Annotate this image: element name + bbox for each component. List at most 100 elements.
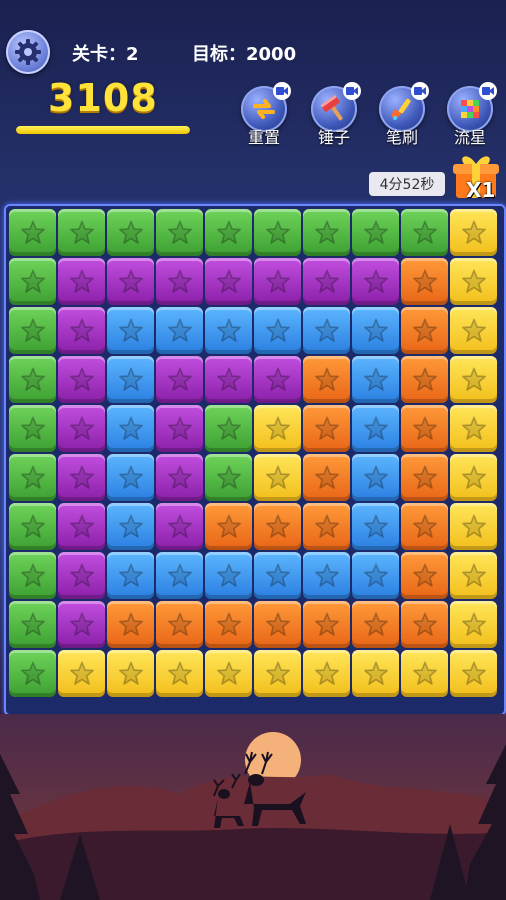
block-yellow[interactable]	[254, 405, 301, 452]
block-orange[interactable]	[401, 258, 448, 305]
block-purple[interactable]	[156, 258, 203, 305]
block-green[interactable]	[9, 503, 56, 550]
block-blue[interactable]	[352, 356, 399, 403]
block-orange[interactable]	[205, 503, 252, 550]
block-green[interactable]	[205, 209, 252, 256]
block-yellow[interactable]	[254, 650, 301, 697]
block-orange[interactable]	[401, 405, 448, 452]
block-purple[interactable]	[156, 454, 203, 501]
block-yellow[interactable]	[450, 601, 497, 648]
tool-brush-button[interactable]: 笔刷	[374, 82, 430, 148]
block-purple[interactable]	[156, 356, 203, 403]
block-purple[interactable]	[58, 503, 105, 550]
block-orange[interactable]	[401, 454, 448, 501]
block-yellow[interactable]	[450, 356, 497, 403]
block-purple[interactable]	[205, 356, 252, 403]
block-orange[interactable]	[401, 552, 448, 599]
block-green[interactable]	[9, 552, 56, 599]
block-green[interactable]	[9, 454, 56, 501]
block-purple[interactable]	[352, 258, 399, 305]
block-green[interactable]	[401, 209, 448, 256]
block-yellow[interactable]	[450, 552, 497, 599]
block-orange[interactable]	[303, 454, 350, 501]
block-green[interactable]	[156, 209, 203, 256]
block-purple[interactable]	[58, 405, 105, 452]
block-orange[interactable]	[401, 307, 448, 354]
block-blue[interactable]	[107, 503, 154, 550]
block-yellow[interactable]	[352, 650, 399, 697]
block-green[interactable]	[205, 454, 252, 501]
block-blue[interactable]	[107, 405, 154, 452]
block-purple[interactable]	[254, 356, 301, 403]
block-blue[interactable]	[352, 405, 399, 452]
block-yellow[interactable]	[205, 650, 252, 697]
block-green[interactable]	[254, 209, 301, 256]
block-yellow[interactable]	[450, 503, 497, 550]
block-purple[interactable]	[58, 601, 105, 648]
block-yellow[interactable]	[450, 454, 497, 501]
block-purple[interactable]	[156, 503, 203, 550]
block-orange[interactable]	[254, 503, 301, 550]
block-green[interactable]	[107, 209, 154, 256]
block-orange[interactable]	[352, 601, 399, 648]
block-orange[interactable]	[156, 601, 203, 648]
block-purple[interactable]	[58, 356, 105, 403]
block-yellow[interactable]	[450, 650, 497, 697]
block-purple[interactable]	[58, 258, 105, 305]
block-purple[interactable]	[58, 454, 105, 501]
block-green[interactable]	[9, 209, 56, 256]
block-green[interactable]	[58, 209, 105, 256]
block-blue[interactable]	[352, 552, 399, 599]
block-blue[interactable]	[205, 552, 252, 599]
block-green[interactable]	[9, 601, 56, 648]
tool-hammer-button[interactable]: 锤子	[306, 82, 362, 148]
block-orange[interactable]	[401, 601, 448, 648]
block-orange[interactable]	[303, 601, 350, 648]
block-yellow[interactable]	[254, 454, 301, 501]
block-yellow[interactable]	[303, 650, 350, 697]
block-yellow[interactable]	[58, 650, 105, 697]
block-yellow[interactable]	[450, 209, 497, 256]
block-purple[interactable]	[58, 307, 105, 354]
tool-reset-button[interactable]: 重置	[236, 82, 292, 148]
block-blue[interactable]	[303, 307, 350, 354]
block-purple[interactable]	[303, 258, 350, 305]
block-yellow[interactable]	[107, 650, 154, 697]
block-purple[interactable]	[107, 258, 154, 305]
block-orange[interactable]	[254, 601, 301, 648]
block-orange[interactable]	[205, 601, 252, 648]
block-blue[interactable]	[254, 307, 301, 354]
block-blue[interactable]	[303, 552, 350, 599]
block-green[interactable]	[9, 405, 56, 452]
block-purple[interactable]	[58, 552, 105, 599]
block-blue[interactable]	[352, 503, 399, 550]
settings-button[interactable]	[6, 30, 50, 74]
block-orange[interactable]	[401, 503, 448, 550]
block-blue[interactable]	[254, 552, 301, 599]
block-purple[interactable]	[254, 258, 301, 305]
block-yellow[interactable]	[401, 650, 448, 697]
block-green[interactable]	[205, 405, 252, 452]
block-green[interactable]	[9, 307, 56, 354]
block-orange[interactable]	[303, 405, 350, 452]
block-green[interactable]	[9, 356, 56, 403]
block-blue[interactable]	[107, 356, 154, 403]
block-blue[interactable]	[107, 454, 154, 501]
block-green[interactable]	[352, 209, 399, 256]
block-green[interactable]	[9, 258, 56, 305]
block-orange[interactable]	[303, 503, 350, 550]
block-blue[interactable]	[352, 307, 399, 354]
block-green[interactable]	[9, 650, 56, 697]
block-purple[interactable]	[156, 405, 203, 452]
block-yellow[interactable]	[450, 405, 497, 452]
block-orange[interactable]	[303, 356, 350, 403]
block-blue[interactable]	[107, 552, 154, 599]
block-yellow[interactable]	[450, 307, 497, 354]
block-orange[interactable]	[401, 356, 448, 403]
block-yellow[interactable]	[450, 258, 497, 305]
block-purple[interactable]	[205, 258, 252, 305]
tool-meteor-button[interactable]: 流星	[442, 82, 498, 148]
block-blue[interactable]	[205, 307, 252, 354]
block-orange[interactable]	[107, 601, 154, 648]
block-blue[interactable]	[156, 307, 203, 354]
